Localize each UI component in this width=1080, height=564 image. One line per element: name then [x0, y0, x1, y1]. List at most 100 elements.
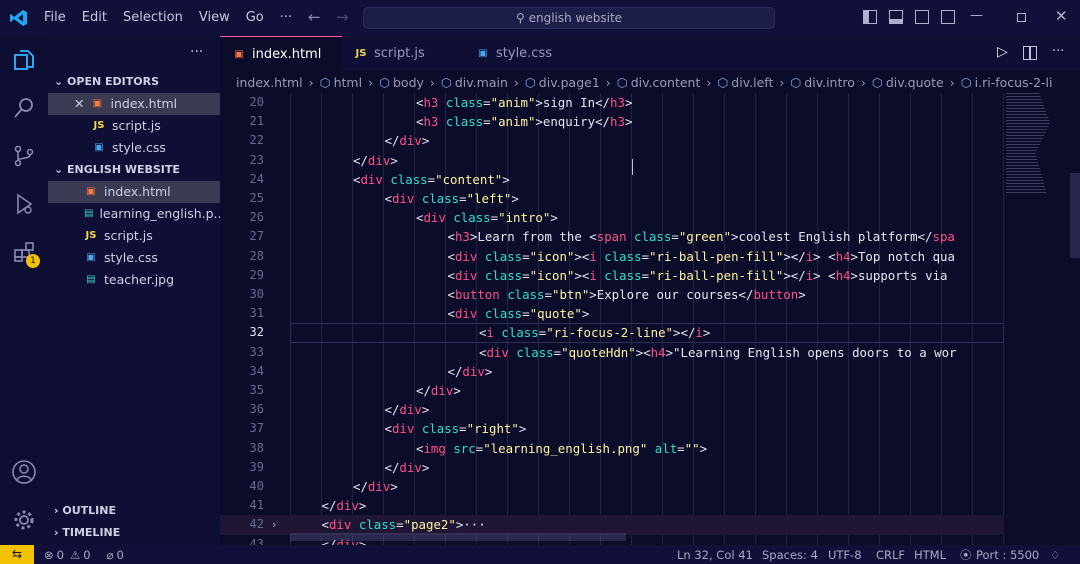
live-server-icon[interactable]: ⦿: [960, 547, 972, 563]
forward-arrow-icon[interactable]: →: [336, 8, 349, 26]
split-editor-icon[interactable]: [1023, 46, 1037, 60]
remote-indicator-icon[interactable]: ⇆: [0, 545, 34, 564]
notifications-bell-icon[interactable]: ♢: [1050, 548, 1060, 562]
language-mode[interactable]: HTML: [914, 548, 946, 562]
open-editor-index-html[interactable]: ✕ ▣ index.html: [48, 93, 220, 115]
file-style-css[interactable]: ▣ style.css: [48, 247, 220, 269]
settings-gear-icon[interactable]: [0, 500, 48, 540]
explorer-icon[interactable]: [0, 40, 48, 80]
command-center-search[interactable]: ⚲ english website: [363, 7, 775, 29]
run-debug-icon[interactable]: [0, 184, 48, 224]
toggle-panel-icon[interactable]: [889, 10, 903, 24]
chevron-down-icon: ⌄: [54, 163, 68, 176]
menu-file[interactable]: File: [36, 0, 74, 36]
run-icon[interactable]: ▷: [997, 44, 1008, 60]
breadcrumb-item[interactable]: index.html: [236, 75, 303, 90]
file-index-html[interactable]: ▣ index.html: [48, 181, 220, 203]
errors-count: 0: [56, 547, 64, 562]
toggle-sidebar-icon[interactable]: [863, 10, 877, 24]
file-script-js[interactable]: JS script.js: [48, 225, 220, 247]
more-actions-icon[interactable]: ···: [1052, 44, 1064, 59]
breadcrumb-item[interactable]: div.content: [631, 75, 701, 90]
tab-index-html[interactable]: ▣ index.html: [220, 36, 342, 71]
errors-icon[interactable]: ⊗: [44, 548, 54, 562]
menu-more[interactable]: ···: [272, 0, 300, 36]
code-line: </div>: [353, 152, 398, 168]
menu-edit[interactable]: Edit: [74, 0, 115, 36]
outline-header[interactable]: › OUTLINE: [48, 500, 220, 522]
tab-script-js[interactable]: JS script.js: [342, 36, 464, 71]
menu-view[interactable]: View: [191, 0, 238, 36]
title-bar: File Edit Selection View Go ··· ← → ⚲ en…: [0, 0, 1080, 36]
live-server-port[interactable]: Port : 5500: [976, 548, 1039, 562]
minimize-icon[interactable]: —: [970, 8, 983, 23]
breadcrumb-separator-icon: ›: [308, 74, 314, 90]
breadcrumb-item[interactable]: body: [393, 75, 424, 90]
close-window-icon[interactable]: ✕: [1055, 7, 1068, 25]
search-text: english website: [528, 11, 623, 25]
breadcrumb-item[interactable]: div.left: [731, 75, 773, 90]
file-teacher-jpg[interactable]: ▤ teacher.jpg: [48, 269, 220, 291]
line-number: 20: [249, 95, 264, 109]
restore-icon[interactable]: [1017, 13, 1026, 22]
timeline-header[interactable]: › TIMELINE: [48, 522, 220, 544]
css-file-icon: ▣: [94, 142, 104, 153]
project-header[interactable]: ⌄ ENGLISH WEBSITE: [48, 159, 220, 181]
menu-selection[interactable]: Selection: [115, 0, 191, 36]
customize-layout-icon[interactable]: [941, 10, 955, 24]
breadcrumb-item[interactable]: html: [334, 75, 362, 90]
accounts-icon[interactable]: [0, 452, 48, 492]
line-number: 40: [249, 479, 264, 493]
line-number: 36: [249, 402, 264, 417]
fold-chevron-icon[interactable]: ›: [272, 518, 276, 531]
toggle-secondary-sidebar-icon[interactable]: [915, 10, 929, 24]
element-icon: ⬡: [960, 74, 972, 90]
code-line: <h3 class="anim">sign In</h3>: [416, 95, 633, 110]
extensions-icon[interactable]: 1: [0, 232, 48, 272]
line-number: 21: [249, 114, 264, 129]
menu-go[interactable]: Go: [238, 0, 272, 36]
more-actions-icon[interactable]: ···: [190, 44, 203, 60]
code-editor[interactable]: › 20 <h3 class="anim">sign In</h3> 21 <h3 c…: [220, 93, 1080, 545]
file-learning-english-png[interactable]: ▤ learning_english.p...: [48, 203, 220, 225]
breadcrumb-item[interactable]: div.quote: [886, 75, 944, 90]
back-arrow-icon[interactable]: ←: [308, 8, 321, 26]
code-line: </div>: [321, 498, 367, 514]
vertical-scrollbar[interactable]: [1070, 173, 1080, 258]
breadcrumb-item[interactable]: div.intro: [804, 75, 855, 90]
ports-icon[interactable]: ⌀: [107, 548, 114, 562]
warnings-icon[interactable]: ⚠: [70, 548, 80, 562]
editor-tabs: ▣ index.html JS script.js ▣ style.css ▷ ···: [220, 36, 1080, 71]
line-number: 23: [249, 152, 264, 167]
js-file-icon: JS: [85, 230, 97, 241]
open-editor-style-css[interactable]: ▣ style.css: [48, 137, 220, 159]
breadcrumb-item[interactable]: div.main: [455, 75, 508, 90]
search-icon[interactable]: [0, 88, 48, 128]
line-number: 42: [249, 517, 264, 532]
element-icon: ⬡: [717, 74, 729, 90]
code-line: <div class="quoteHdn"><h4>"Learning Engl…: [479, 344, 957, 360]
breadcrumb-separator-icon: ›: [513, 74, 519, 90]
minimap[interactable]: [1006, 93, 1051, 193]
status-bar: ⇆ ⊗ 0 ⚠ 0 ⌀ 0 Ln 32, Col 41 Spaces: 4 UT…: [0, 545, 1080, 564]
source-control-icon[interactable]: [0, 136, 48, 176]
breadcrumb-item[interactable]: div.page1: [539, 75, 600, 90]
element-icon: ⬡: [319, 74, 331, 90]
encoding[interactable]: UTF-8: [828, 548, 862, 562]
indentation[interactable]: Spaces: 4: [762, 548, 818, 562]
line-ending[interactable]: CRLF: [876, 548, 905, 562]
breadcrumb-item[interactable]: i.ri-focus-2-li: [975, 75, 1053, 90]
cursor-position[interactable]: Ln 32, Col 41: [677, 548, 753, 562]
open-editors-header[interactable]: ⌄ OPEN EDITORS: [48, 71, 220, 93]
tab-style-css[interactable]: ▣ style.css: [464, 36, 586, 71]
close-icon[interactable]: ✕: [74, 93, 84, 115]
js-file-icon: JS: [93, 120, 105, 131]
html-file-icon: ▣: [86, 186, 96, 197]
line-number: 22: [249, 133, 264, 148]
open-editor-script-js[interactable]: JS script.js: [48, 115, 220, 137]
image-file-icon: ▤: [86, 274, 96, 285]
line-number: 38: [249, 440, 264, 455]
line-number: 41: [249, 498, 264, 513]
warnings-count: 0: [83, 547, 91, 562]
breadcrumb-separator-icon: ›: [949, 74, 955, 90]
